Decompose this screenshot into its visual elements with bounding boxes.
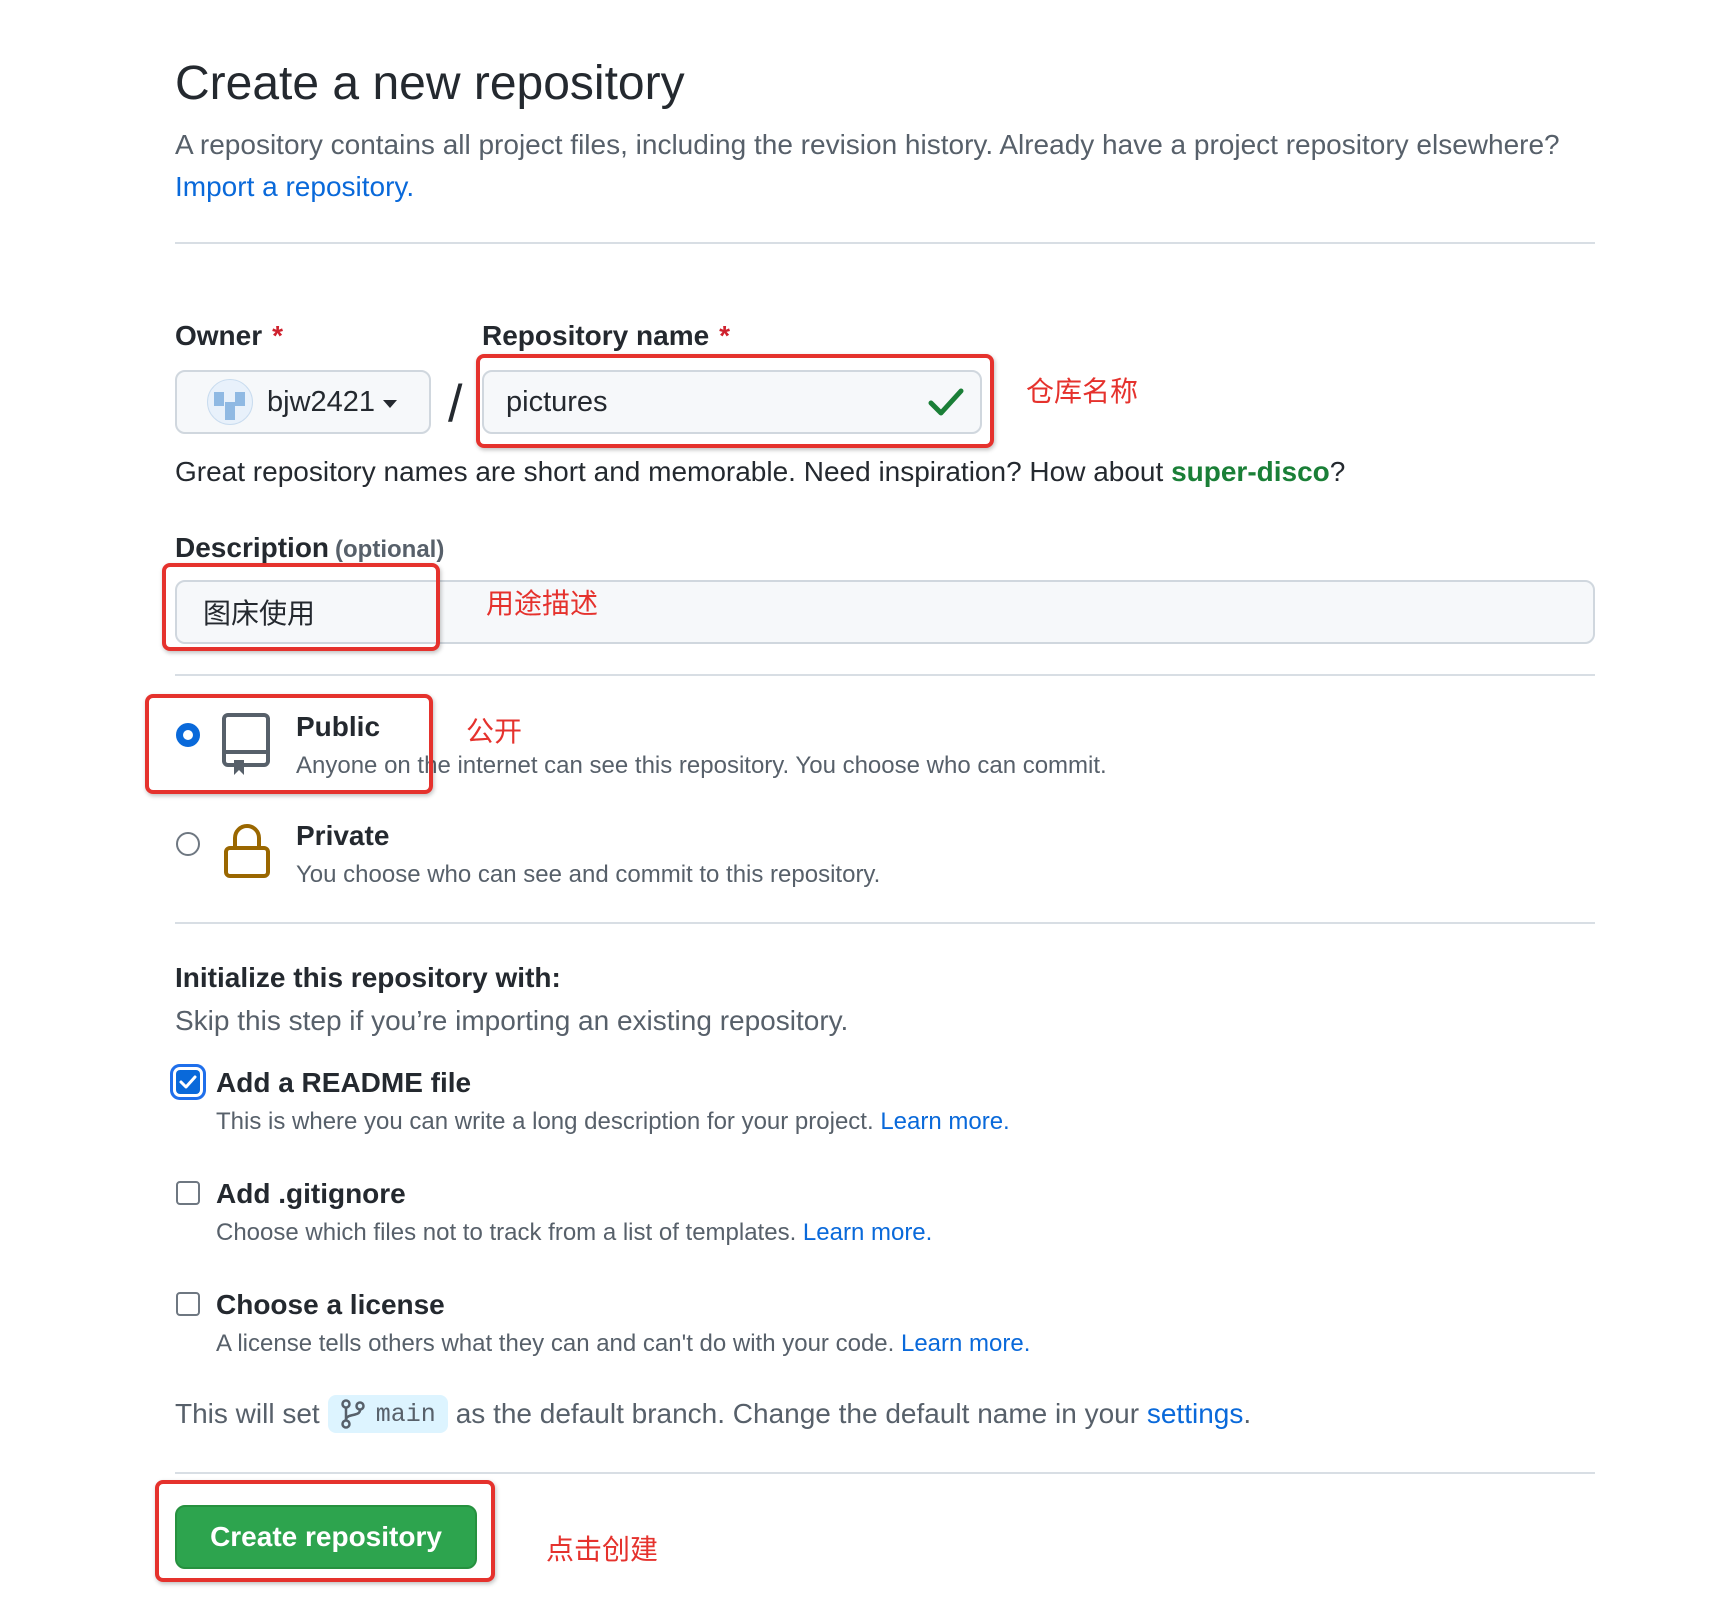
intro-text: A repository contains all project files,… [175,129,1560,160]
gitignore-description: Choose which files not to track from a l… [216,1219,932,1247]
annotation-box-description [162,563,440,651]
owner-label-text: Owner [175,320,263,351]
repo-name-label: Repository name * [482,320,730,352]
divider [175,242,1595,244]
description-label: Description (optional) [175,532,444,564]
description-label-text: Description [175,532,330,563]
annotation-box-repo-name [476,354,994,448]
lock-icon [224,824,270,878]
chevron-down-icon [383,399,398,408]
branch-note-prefix: This will set [175,1398,320,1429]
initialize-heading: Initialize this repository with: [175,962,561,993]
owner-label: Owner * [175,320,283,352]
readme-checkbox[interactable] [176,1070,200,1094]
annotation-public: 公开 [466,715,523,748]
git-branch-icon [340,1399,365,1429]
name-hint-text: Great repository names are short and mem… [175,456,1164,487]
name-suggestion-link[interactable]: super-disco [1171,456,1330,487]
owner-dropdown[interactable]: bjw2421 [175,370,431,434]
license-description-text: A license tells others what they can and… [216,1330,895,1357]
divider [175,1472,1595,1474]
gitignore-checkbox[interactable] [176,1181,200,1205]
settings-link[interactable]: settings [1147,1398,1244,1430]
branch-note-suffix: . [1243,1398,1252,1429]
initialize-subheading: Skip this step if you’re importing an ex… [175,1005,849,1036]
gitignore-description-text: Choose which files not to track from a l… [216,1219,797,1246]
default-branch-note: This will set main as the default branch… [175,1395,1251,1433]
readme-learn-more-link[interactable]: Learn more. [880,1108,1009,1135]
annotation-box-public [145,694,433,794]
visibility-private-description: You choose who can see and commit to thi… [296,861,881,888]
required-mark: * [272,320,284,351]
annotation-box-create [155,1480,495,1582]
readme-description-text: This is where you can write a long descr… [216,1108,874,1135]
annotation-repo-name: 仓库名称 [1026,375,1139,408]
license-checkbox[interactable] [176,1292,200,1316]
branch-chip: main [327,1395,448,1433]
owner-name: bjw2421 [267,385,376,418]
readme-title: Add a README file [216,1067,472,1098]
license-learn-more-link[interactable]: Learn more. [901,1330,1030,1357]
repo-name-label-text: Repository name [482,320,710,351]
optional-tag: (optional) [335,536,445,563]
avatar [207,379,253,425]
page-intro: A repository contains all project files,… [175,124,1595,208]
readme-description: This is where you can write a long descr… [216,1108,1010,1136]
gitignore-title: Add .gitignore [216,1178,406,1209]
annotation-create: 点击创建 [546,1533,659,1566]
check-icon [179,1075,197,1089]
name-hint-suffix: ? [1329,456,1346,487]
visibility-private-title: Private [296,820,390,851]
divider [175,922,1595,924]
divider [175,674,1595,676]
annotation-description: 用途描述 [486,587,599,620]
import-repository-link[interactable]: Import a repository. [175,171,414,202]
branch-note-middle: as the default branch. Change the defaul… [455,1398,1140,1429]
license-title: Choose a license [216,1289,445,1320]
branch-name: main [375,1399,436,1429]
radio-private[interactable] [176,832,200,856]
license-description: A license tells others what they can and… [216,1330,1030,1358]
gitignore-learn-more-link[interactable]: Learn more. [803,1219,932,1246]
page-title: Create a new repository [175,57,685,110]
name-hint: Great repository names are short and mem… [175,456,1345,488]
required-mark: * [719,320,731,351]
owner-repo-separator: / [448,375,463,433]
